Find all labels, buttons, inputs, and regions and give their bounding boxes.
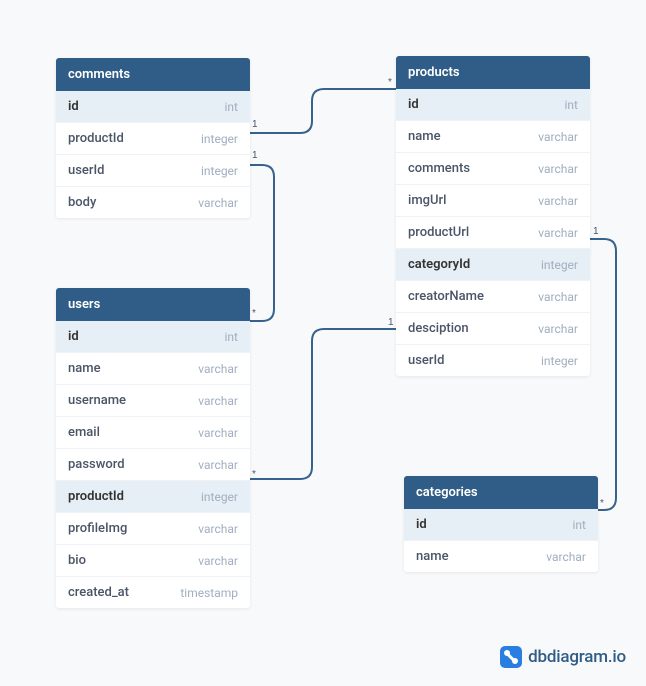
table-products[interactable]: products id int name varchar comments varch… — [396, 56, 590, 376]
table-row[interactable]: name varchar — [56, 353, 250, 385]
col-name: bio — [68, 553, 86, 568]
table-row[interactable]: productUrl varchar — [396, 217, 590, 249]
col-type: varchar — [546, 550, 586, 564]
col-type: varchar — [538, 226, 578, 240]
table-row[interactable]: email varchar — [56, 417, 250, 449]
table-row[interactable]: comments varchar — [396, 153, 590, 185]
col-type: varchar — [538, 322, 578, 336]
table-row[interactable]: userId integer — [56, 155, 250, 187]
table-row[interactable]: categoryId integer — [396, 249, 590, 281]
col-name: productId — [68, 131, 124, 146]
col-type: varchar — [538, 130, 578, 144]
cardinality-label: * — [252, 308, 256, 319]
table-header[interactable]: products — [396, 56, 590, 89]
cardinality-label: 1 — [593, 226, 599, 237]
cardinality-label: * — [252, 469, 256, 480]
col-type: int — [565, 98, 578, 112]
col-name: userId — [68, 163, 105, 178]
col-name: productId — [68, 489, 124, 504]
table-row[interactable]: name varchar — [396, 121, 590, 153]
table-row[interactable]: profileImg varchar — [56, 513, 250, 545]
table-row[interactable]: username varchar — [56, 385, 250, 417]
col-type: varchar — [198, 554, 238, 568]
cardinality-label: 1 — [252, 150, 258, 161]
table-row[interactable]: id int — [396, 89, 590, 121]
table-row[interactable]: creatorName varchar — [396, 281, 590, 313]
col-name: categoryId — [408, 257, 470, 272]
col-type: integer — [541, 354, 578, 368]
cardinality-label: * — [388, 77, 392, 88]
table-row[interactable]: bio varchar — [56, 545, 250, 577]
col-type: integer — [201, 132, 238, 146]
col-type: int — [573, 518, 586, 532]
table-users[interactable]: users idint namevarchar usernamevarchar … — [56, 288, 250, 608]
table-row[interactable]: productId integer — [56, 123, 250, 155]
col-name: email — [68, 425, 100, 440]
col-type: varchar — [538, 194, 578, 208]
table-row[interactable]: name varchar — [404, 541, 598, 572]
col-name: id — [68, 329, 79, 344]
col-type: varchar — [198, 458, 238, 472]
table-row[interactable]: id int — [56, 91, 250, 123]
col-name: body — [68, 195, 96, 210]
col-type: timestamp — [180, 586, 238, 600]
table-header[interactable]: categories — [404, 476, 598, 509]
cardinality-label: * — [600, 498, 604, 509]
col-name: creatorName — [408, 289, 484, 304]
col-name: userId — [408, 353, 445, 368]
table-row[interactable]: productId integer — [56, 481, 250, 513]
col-name: id — [68, 99, 79, 114]
col-type: varchar — [198, 196, 238, 210]
col-name: name — [408, 129, 441, 144]
table-row[interactable]: id int — [404, 509, 598, 541]
col-type: varchar — [198, 522, 238, 536]
col-type: varchar — [198, 362, 238, 376]
table-row[interactable]: userId integer — [396, 345, 590, 376]
table-header[interactable]: comments — [56, 58, 250, 91]
col-type: integer — [541, 258, 578, 272]
col-type: varchar — [198, 394, 238, 408]
col-name: profileImg — [68, 521, 127, 536]
col-type: int — [225, 330, 238, 344]
cardinality-label: 1 — [388, 317, 394, 328]
col-name: imgUrl — [408, 193, 446, 208]
table-row[interactable]: body varchar — [56, 187, 250, 218]
col-name: name — [416, 549, 449, 564]
col-name: comments — [408, 161, 470, 176]
col-type: varchar — [538, 290, 578, 304]
col-type: integer — [201, 490, 238, 504]
table-row[interactable]: imgUrl varchar — [396, 185, 590, 217]
col-name: name — [68, 361, 101, 376]
logo-icon — [500, 646, 522, 668]
logo-text: dbdiagram.io — [528, 647, 626, 667]
table-row[interactable]: created_at timestamp — [56, 577, 250, 608]
col-type: integer — [201, 164, 238, 178]
col-type: int — [225, 100, 238, 114]
col-name: created_at — [68, 585, 129, 600]
table-comments[interactable]: comments id int productId integer userId in… — [56, 58, 250, 218]
table-row[interactable]: desciption varchar — [396, 313, 590, 345]
table-header[interactable]: users — [56, 288, 250, 321]
table-row[interactable]: id int — [56, 321, 250, 353]
table-categories[interactable]: categories id int name varchar — [404, 476, 598, 572]
col-name: productUrl — [408, 225, 469, 240]
col-name: desciption — [408, 321, 469, 336]
col-name: id — [416, 517, 427, 532]
col-type: varchar — [198, 426, 238, 440]
logo: dbdiagram.io — [500, 646, 626, 668]
cardinality-label: 1 — [252, 119, 258, 130]
table-row[interactable]: password varchar — [56, 449, 250, 481]
col-name: password — [68, 457, 125, 472]
col-name: username — [68, 393, 126, 408]
col-name: id — [408, 97, 419, 112]
col-type: varchar — [538, 162, 578, 176]
